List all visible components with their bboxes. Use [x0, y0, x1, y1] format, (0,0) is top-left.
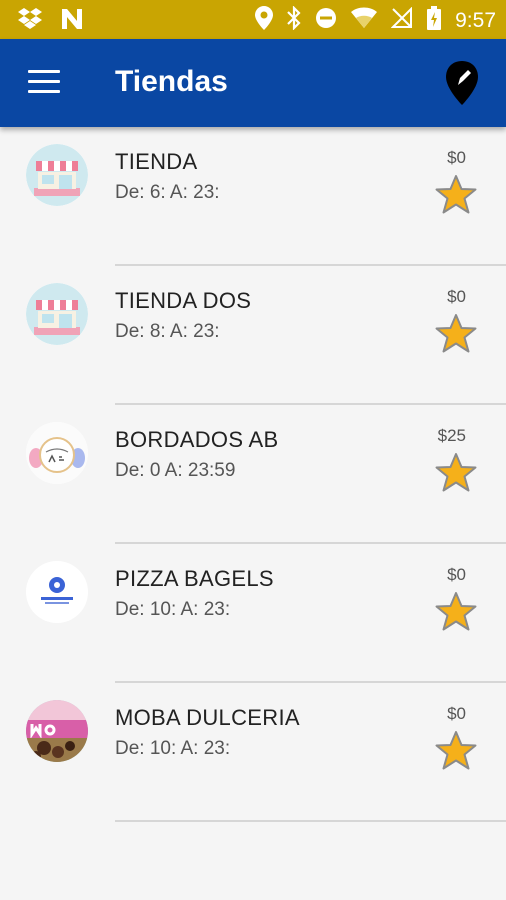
n-app-icon [60, 7, 84, 36]
store-name: PIZZA BAGELS [115, 566, 274, 591]
status-bar: 9:57 [0, 0, 506, 39]
favorite-star-icon[interactable] [435, 313, 477, 355]
do-not-disturb-icon [315, 7, 337, 34]
store-name: BORDADOS AB [115, 427, 279, 452]
store-name: MOBA DULCERIA [115, 705, 300, 730]
divider [115, 820, 506, 822]
hamburger-menu-icon[interactable] [28, 70, 60, 94]
store-price: $25 [437, 426, 466, 445]
no-signal-icon [390, 6, 413, 34]
storefront-logo [26, 283, 88, 345]
store-row[interactable]: PIZZA BAGELS De: 10: A: 23: $0 [0, 544, 506, 683]
store-name: TIENDA DOS [115, 288, 252, 313]
bordados-logo [26, 422, 88, 484]
store-row[interactable]: BORDADOS AB De: 0 A: 23:59 $25 [0, 405, 506, 544]
store-hours: De: 0 A: 23:59 [115, 460, 236, 481]
store-price: $0 [447, 565, 466, 584]
dropbox-icon [18, 8, 42, 35]
moba-logo [26, 700, 88, 762]
store-hours: De: 8: A: 23: [115, 321, 220, 342]
wifi-icon [351, 7, 378, 34]
store-price: $0 [447, 704, 466, 723]
battery-charging-icon [427, 6, 442, 35]
store-price: $0 [447, 287, 466, 306]
store-hours: De: 10: A: 23: [115, 599, 231, 620]
store-row[interactable]: TIENDA De: 6: A: 23: $0 [0, 127, 506, 266]
page-title: Tiendas [115, 65, 228, 98]
favorite-star-icon[interactable] [435, 730, 477, 772]
map-pin-icon[interactable] [444, 59, 480, 107]
store-price: $0 [447, 148, 466, 167]
location-icon [255, 6, 274, 35]
status-time: 9:57 [455, 8, 496, 32]
pizza-bagels-logo [26, 561, 88, 623]
favorite-star-icon[interactable] [435, 591, 477, 633]
store-hours: De: 6: A: 23: [115, 182, 220, 203]
store-row[interactable]: TIENDA DOS De: 8: A: 23: $0 [0, 266, 506, 405]
favorite-star-icon[interactable] [435, 174, 477, 216]
storefront-logo [26, 144, 88, 206]
favorite-star-icon[interactable] [435, 452, 477, 494]
store-list: TIENDA De: 6: A: 23: $0 TIENDA DOS De: 8… [0, 127, 506, 822]
bluetooth-icon [287, 5, 301, 35]
store-hours: De: 10: A: 23: [115, 738, 231, 759]
app-bar: Tiendas [0, 39, 506, 127]
store-name: TIENDA [115, 149, 198, 174]
store-row[interactable]: MOBA DULCERIA De: 10: A: 23: $0 [0, 683, 506, 822]
